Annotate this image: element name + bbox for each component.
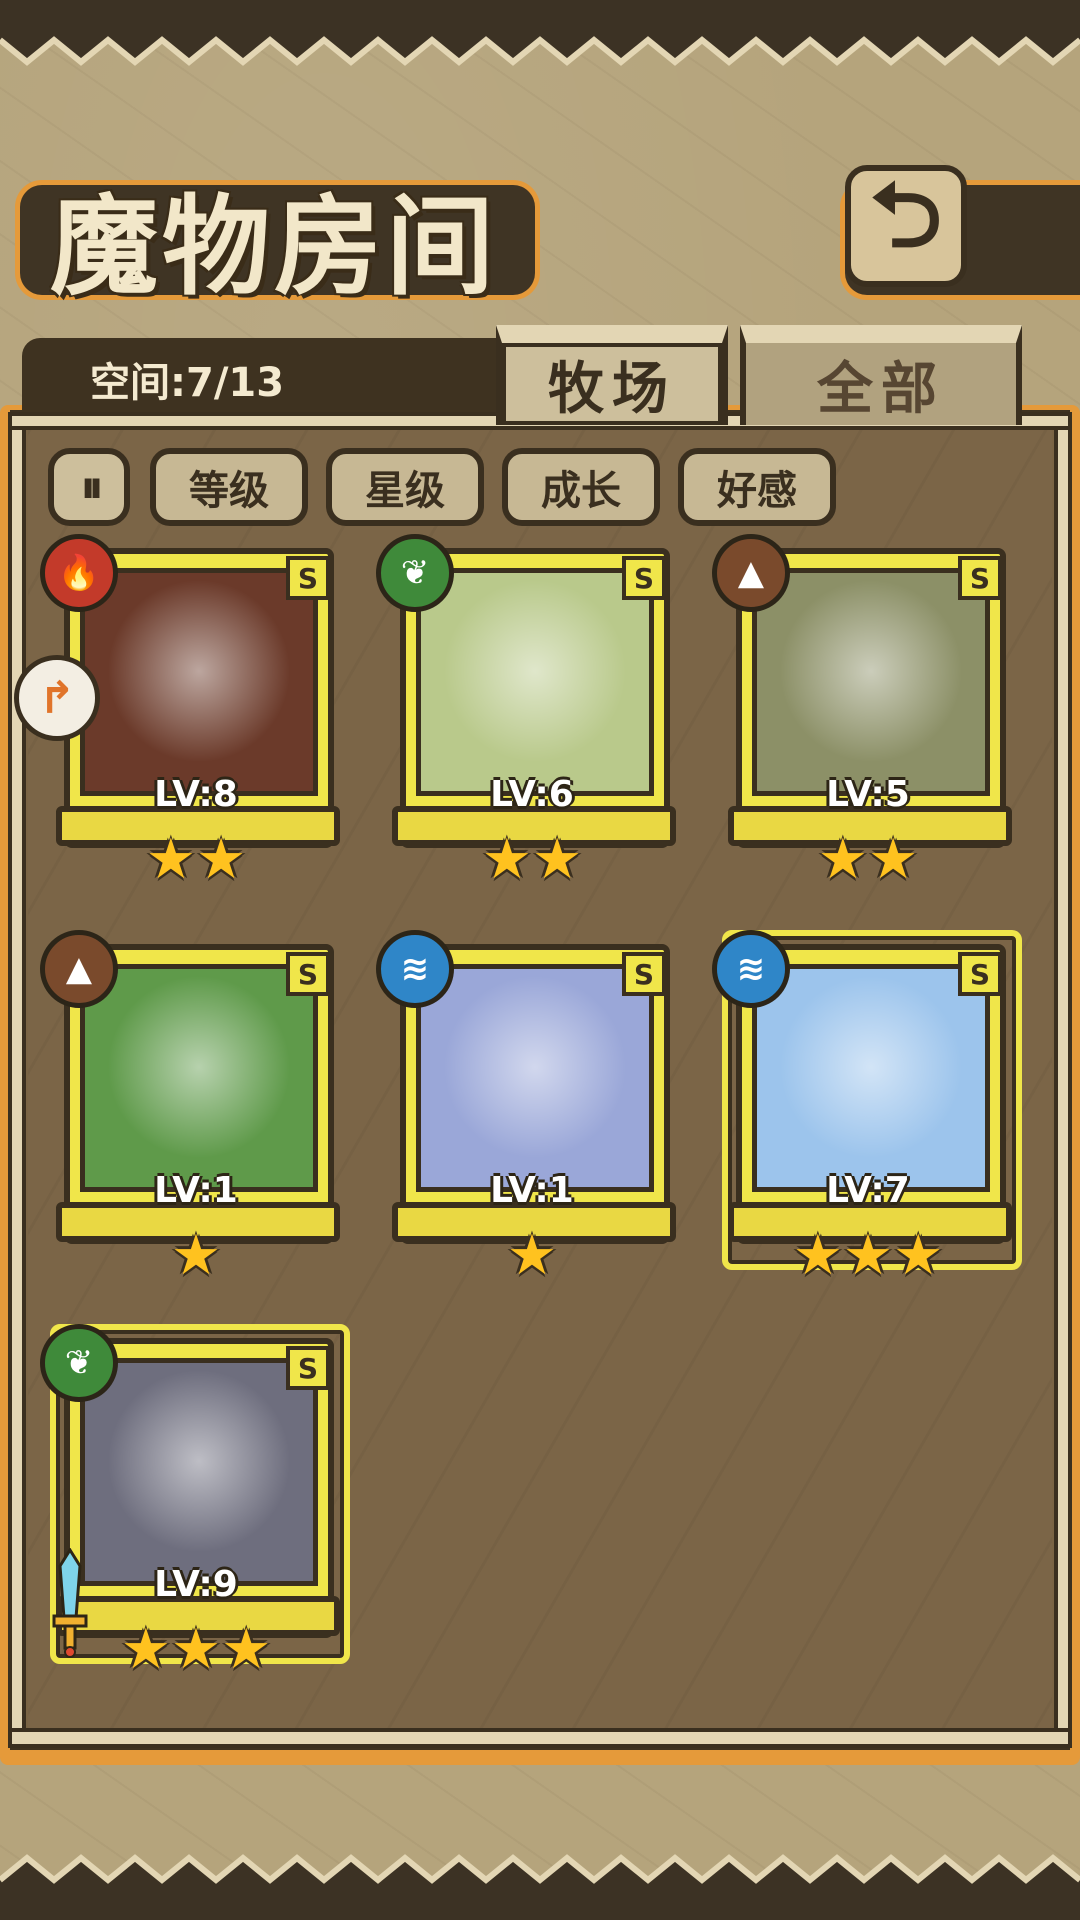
sort-by-stars-button[interactable]: 星级: [326, 448, 484, 526]
panel-rail-left: [8, 420, 26, 1738]
rank-badge: S: [286, 1346, 330, 1390]
tab-all[interactable]: 全部: [740, 325, 1022, 425]
star-rating: ★ ★ ★: [54, 1622, 338, 1678]
monster-portrait: [80, 964, 318, 1192]
tab-ranch[interactable]: 牧场: [496, 325, 728, 425]
star-icon: ★: [170, 1223, 222, 1288]
element-earth-icon: ▲: [40, 930, 118, 1008]
zigzag-border-bottom: [0, 1854, 1080, 1920]
sort-by-growth-button[interactable]: 成长: [502, 448, 660, 526]
element-leaf-icon: ❦: [376, 534, 454, 612]
monster-level: LV:1: [154, 1170, 238, 1211]
star-icon: ★: [868, 827, 919, 892]
monster-card[interactable]: LV:1 S ▲ ★: [40, 930, 340, 1284]
star-icon: ★: [221, 1617, 272, 1682]
star-rating: ★: [390, 1228, 674, 1284]
element-water-icon: ≋: [376, 930, 454, 1008]
star-icon: ★: [893, 1223, 944, 1288]
star-rating: ★ ★ ★: [726, 1228, 1010, 1284]
star-icon: ★: [792, 1223, 843, 1288]
star-rating: ★ ★: [54, 832, 338, 888]
star-icon: ★: [145, 827, 196, 892]
sword-equipped-icon: [52, 1548, 88, 1658]
monster-portrait: [752, 964, 990, 1192]
rank-badge: S: [286, 556, 330, 600]
panel-rail-right: [1054, 420, 1072, 1738]
sort-by-affection-button[interactable]: 好感: [678, 448, 836, 526]
back-arrow-icon: ⮌: [869, 162, 943, 268]
zigzag-border-top: [0, 0, 1080, 66]
star-icon: ★: [817, 827, 868, 892]
sort-by-level-button[interactable]: 等级: [150, 448, 308, 526]
element-water-icon: ≋: [712, 930, 790, 1008]
monster-portrait: [80, 568, 318, 796]
monster-level: LV:5: [826, 774, 910, 815]
monster-level: LV:1: [490, 1170, 574, 1211]
star-icon: ★: [170, 1617, 222, 1682]
sort-order-toggle[interactable]: ⏸: [48, 448, 130, 526]
star-icon: ★: [842, 1223, 894, 1288]
rank-badge: S: [958, 556, 1002, 600]
rank-badge: S: [622, 556, 666, 600]
monster-level: LV:7: [826, 1170, 910, 1211]
sort-order-icon: ⏸: [81, 461, 103, 513]
monster-card[interactable]: LV:5 S ▲ ★ ★: [712, 534, 1012, 888]
element-fire-icon: 🔥: [40, 534, 118, 612]
monster-card[interactable]: LV:7 S ≋ ★ ★ ★: [712, 930, 1022, 1284]
panel-rail-bottom: [8, 1728, 1072, 1748]
star-icon: ★: [196, 827, 247, 892]
star-rating: ★ ★: [390, 832, 674, 888]
monster-card[interactable]: LV:9 S ❦ ★ ★ ★: [40, 1324, 350, 1678]
monster-portrait: [416, 568, 654, 796]
monster-portrait: [752, 568, 990, 796]
monster-level: LV:6: [490, 774, 574, 815]
monster-portrait: [416, 964, 654, 1192]
monster-portrait: [80, 1358, 318, 1586]
page-title: 魔物房间: [50, 184, 499, 310]
monster-level: LV:9: [154, 1564, 238, 1605]
monster-card[interactable]: LV:1 S ≋ ★: [376, 930, 676, 1284]
favorite-indicator-icon[interactable]: ↱: [14, 655, 100, 741]
back-button[interactable]: ⮌: [845, 163, 967, 287]
rank-badge: S: [622, 952, 666, 996]
monster-card[interactable]: LV:6 S ❦ ★ ★: [376, 534, 676, 888]
rank-badge: S: [286, 952, 330, 996]
star-icon: ★: [481, 827, 532, 892]
star-rating: ★: [54, 1228, 338, 1284]
star-icon: ★: [506, 1223, 558, 1288]
monster-level: LV:8: [154, 774, 238, 815]
capacity-label: 空间:7/13: [90, 360, 285, 406]
star-icon: ★: [532, 827, 583, 892]
element-leaf-icon: ❦: [40, 1324, 118, 1402]
element-earth-icon: ▲: [712, 534, 790, 612]
star-rating: ★ ★: [726, 832, 1010, 888]
star-icon: ★: [120, 1617, 171, 1682]
rank-badge: S: [958, 952, 1002, 996]
